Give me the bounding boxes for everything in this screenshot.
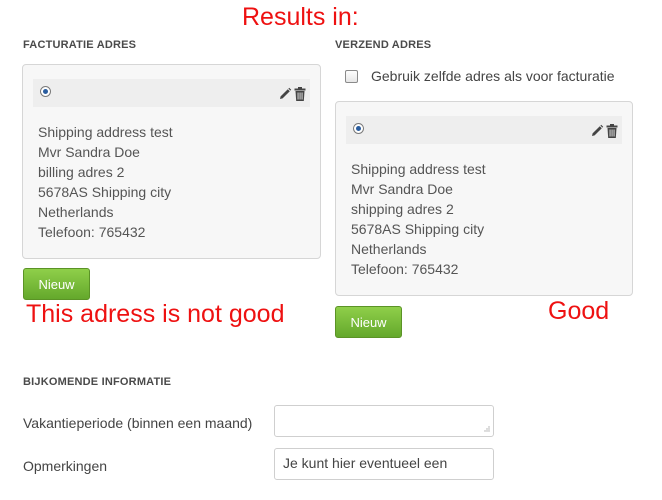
shipping-new-button[interactable]: Nieuw: [335, 306, 402, 338]
address-line: Mvr Sandra Doe: [351, 181, 453, 197]
shipping-card-header: [346, 116, 622, 144]
address-line: Shipping address test: [38, 124, 173, 140]
address-line: shipping adres 2: [351, 201, 454, 217]
vacation-period-label: Vakantieperiode (binnen een maand): [23, 415, 253, 431]
address-line: Netherlands: [38, 204, 114, 220]
billing-address-title: FACTURATIE ADRES: [23, 39, 137, 51]
same-address-checkbox[interactable]: [345, 69, 358, 83]
shipping-address-lines: Shipping address test Mvr Sandra Doe shi…: [351, 159, 486, 279]
annotation-results-in: Results in:: [242, 3, 359, 31]
address-line: Mvr Sandra Doe: [38, 144, 140, 160]
pencil-icon[interactable]: [590, 124, 604, 138]
radio-selected-icon[interactable]: [40, 86, 51, 97]
annotation-not-good: This adress is not good: [26, 300, 285, 328]
shipping-address-card: Shipping address test Mvr Sandra Doe shi…: [335, 101, 633, 296]
shipping-address-title: VERZEND ADRES: [335, 39, 432, 51]
remarks-textarea[interactable]: Je kunt hier eventueel een: [274, 448, 494, 480]
address-line: Shipping address test: [351, 161, 486, 177]
address-line: Telefoon: 765432: [38, 224, 146, 240]
billing-address-lines: Shipping address test Mvr Sandra Doe bil…: [38, 122, 173, 242]
same-address-option[interactable]: Gebruik zelfde adres als voor facturatie: [345, 68, 615, 84]
address-line: Netherlands: [351, 241, 427, 257]
remarks-value: Je kunt hier eventueel een: [283, 455, 448, 471]
billing-new-button[interactable]: Nieuw: [23, 268, 90, 300]
address-line: 5678AS Shipping city: [38, 184, 172, 200]
annotation-good: Good: [548, 297, 610, 325]
address-line: 5678AS Shipping city: [351, 221, 485, 237]
trash-icon[interactable]: [606, 124, 618, 138]
trash-icon[interactable]: [294, 87, 306, 101]
remarks-label: Opmerkingen: [23, 458, 108, 474]
address-line: billing adres 2: [38, 164, 125, 180]
billing-address-card: Shipping address test Mvr Sandra Doe bil…: [22, 64, 321, 259]
resize-grip-icon[interactable]: [483, 426, 490, 433]
billing-card-header: [33, 79, 310, 107]
extra-info-title: BIJKOMENDE INFORMATIE: [23, 376, 172, 388]
vacation-period-textarea[interactable]: [274, 405, 494, 437]
pencil-icon[interactable]: [278, 87, 292, 101]
address-line: Telefoon: 765432: [351, 261, 459, 277]
same-address-label[interactable]: Gebruik zelfde adres als voor facturatie: [371, 68, 615, 84]
radio-selected-icon[interactable]: [353, 123, 364, 134]
